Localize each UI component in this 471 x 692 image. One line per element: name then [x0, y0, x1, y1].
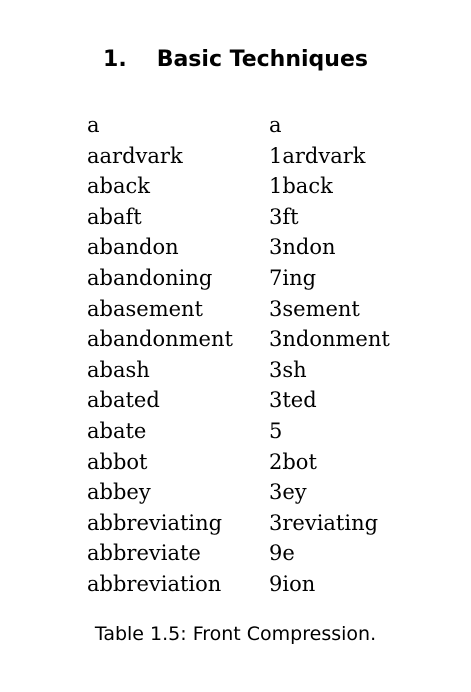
compressed-cell: a: [269, 113, 282, 137]
compressed-cell: 1ardvark: [269, 143, 366, 168]
compressed-cell: 2bot: [269, 449, 317, 474]
word-cell: abandoning: [87, 265, 213, 290]
section-heading: 1. Basic Techniques: [0, 44, 471, 76]
section-number: 1.: [103, 47, 127, 72]
word-cell: abandon: [87, 235, 179, 260]
table-body: a a aardvark 1ardvark aback 1back abaft 3ft aban…: [87, 110, 390, 600]
table-row: abbreviate 9e: [87, 538, 390, 569]
table-row: abandon 3ndon: [87, 232, 390, 263]
word-cell: abated: [87, 388, 160, 413]
table-row: abaft 3ft: [87, 202, 390, 233]
word-cell: abbreviate: [87, 541, 201, 566]
word-cell: abate: [87, 418, 147, 443]
compressed-cell: 7ing: [269, 265, 317, 290]
word-cell: abbey: [87, 480, 151, 505]
section-title: Basic Techniques: [156, 47, 368, 72]
table-row: abbreviation 9ion: [87, 569, 390, 600]
table-row: abbot 2bot: [87, 447, 390, 478]
compressed-cell: 3sement: [269, 296, 360, 321]
table-row: abash 3sh: [87, 355, 390, 386]
word-cell: abaft: [87, 204, 142, 229]
compressed-cell: 3reviating: [269, 510, 379, 535]
compressed-cell: 9e: [269, 541, 295, 566]
table-caption: Table 1.5: Front Compression.: [94, 623, 377, 645]
word-cell: abash: [87, 357, 150, 382]
word-cell: aback: [87, 174, 150, 199]
compressed-cell: 1back: [269, 174, 333, 199]
table-row: abated 3ted: [87, 385, 390, 416]
table-row: abate 5: [87, 416, 390, 447]
table-row: abbey 3ey: [87, 477, 390, 508]
compressed-cell: 3ndon: [269, 235, 336, 260]
word-cell: abbot: [87, 449, 148, 474]
front-compression-table: a a aardvark 1ardvark aback 1back abaft 3ft aban…: [87, 110, 390, 600]
word-cell: abbreviation: [87, 571, 222, 596]
table-row: aback 1back: [87, 171, 390, 202]
table-row: abandonment 3ndonment: [87, 324, 390, 355]
compressed-cell: 3ndonment: [269, 327, 390, 352]
word-cell: abasement: [87, 296, 203, 321]
compressed-cell: 3ted: [269, 388, 317, 413]
table-row: abandoning 7ing: [87, 263, 390, 294]
table-row: abasement 3sement: [87, 294, 390, 325]
word-cell: a: [87, 113, 100, 137]
compressed-cell: 9ion: [269, 571, 316, 596]
table-row: aa: [87, 110, 390, 141]
compressed-cell: 3ey: [269, 480, 307, 505]
compressed-cell: 3sh: [269, 357, 307, 382]
compressed-cell: 5: [269, 418, 283, 443]
table-row: aardvark 1ardvark: [87, 141, 390, 172]
word-cell: abbreviating: [87, 510, 223, 535]
front-compression-table-container: a a aardvark 1ardvark aback 1back abaft 3ft aban…: [87, 110, 390, 600]
compressed-cell: 3ft: [269, 204, 299, 229]
word-cell: aardvark: [87, 143, 183, 168]
word-cell: abandonment: [87, 327, 233, 352]
table-row: abbreviating 3reviating: [87, 508, 390, 539]
